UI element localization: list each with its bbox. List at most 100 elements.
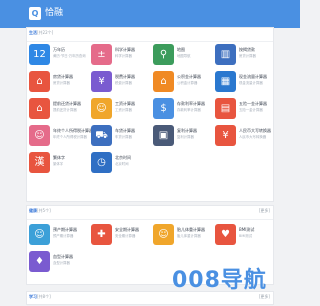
section-life: 生活 [共22个] 12 万年历 黄历·节日·万年历查询 ± 科学计算器 科学计算器 ⚲ 地图… (26, 27, 274, 202)
tool-item[interactable]: $ 存款利率计算器 存款利率计算器 (153, 98, 213, 122)
compound-icon[interactable]: ▣ (153, 125, 174, 146)
icon-glyph: ♥ (221, 229, 230, 240)
baby-icon[interactable]: ☺ (29, 224, 50, 245)
tool-item[interactable]: 12 万年历 黄历·节日·万年历查询 (29, 44, 89, 68)
section-header: 健康 [共5个] [更多] (27, 206, 273, 220)
tool-desc: 安全期计算器 (115, 234, 136, 238)
calendar-icon[interactable]: 12 (29, 44, 50, 65)
icon-glyph: ✚ (97, 229, 106, 240)
icon-glyph: ☺ (158, 229, 169, 240)
tool-desc: 公积金计算器 (177, 81, 198, 85)
icon-glyph: $ (160, 103, 167, 114)
tool-item[interactable]: ▣ 复利计算器 复利计算器 (153, 125, 213, 149)
tool-desc: 提前还贷计算器 (53, 108, 77, 112)
traditional-char-icon[interactable]: 漢 (29, 152, 50, 173)
icon-glyph: 漢 (34, 157, 45, 168)
more-link[interactable]: [更多] (259, 294, 270, 300)
icon-glyph: 12 (33, 49, 46, 60)
section-count: [共5个] (37, 208, 51, 213)
tool-item[interactable]: ▤ 五险一金计算器 五险一金计算器 (215, 98, 275, 122)
tool-item[interactable]: ☺ 年终个人所得税计算器 年终个人所得税计算器 (29, 125, 93, 149)
tool-item[interactable]: ⌂ 提前还贷计算器 提前还贷计算器 (29, 98, 89, 122)
tool-item[interactable]: ✚ 安全期计算器 安全期计算器 (91, 224, 151, 248)
tool-desc: 黄历·节日·万年历查询 (53, 54, 86, 58)
user-tax-icon[interactable]: ☺ (29, 125, 50, 146)
icon-glyph: ▣ (158, 130, 169, 141)
top-bar: Q 恰融 (0, 0, 300, 28)
icon-glyph: ◷ (97, 157, 106, 168)
dollar-icon[interactable]: $ (153, 98, 174, 119)
tool-desc: 科学计算器 (115, 54, 132, 58)
icon-glyph: ¥ (98, 76, 105, 87)
tool-desc: 房贷计算器 (53, 81, 70, 85)
icon-glyph: ⌂ (36, 103, 43, 114)
icon-glyph: ▦ (220, 76, 231, 87)
icon-glyph: ⌂ (36, 76, 43, 87)
house-icon[interactable]: ⌂ (29, 71, 50, 92)
section-header: 学习 [共8个] [更多] (27, 292, 273, 306)
tool-item[interactable]: ⌂ 房贷计算器 房贷计算器 (29, 71, 89, 95)
tool-item[interactable]: ♦ 血型计算器 血型计算器 (29, 251, 89, 275)
tool-item[interactable]: ☺ 工资计算器 工资计算器 (91, 98, 151, 122)
map-icon[interactable]: ⚲ (153, 44, 174, 65)
tool-item[interactable]: ⌂ 公积金计算器 公积金计算器 (153, 71, 213, 95)
clock-icon[interactable]: ◷ (91, 152, 112, 173)
calculator-icon[interactable]: ± (91, 44, 112, 65)
repay-icon[interactable]: ⌂ (29, 98, 50, 119)
tax-icon[interactable]: ¥ (91, 71, 112, 92)
icon-glyph: ¥ (222, 130, 229, 141)
icon-glyph: ▥ (220, 49, 231, 60)
yuan-icon[interactable]: ¥ (215, 125, 236, 146)
tool-item[interactable]: ⚲ 地图 地图导航 (153, 44, 213, 68)
icon-glyph: ▤ (220, 103, 231, 114)
bank-icon[interactable]: ⌂ (153, 71, 174, 92)
icon-glyph: ⛟ (95, 130, 108, 141)
tool-item[interactable]: ☺ 预产期计算器 预产期计算器 (29, 224, 89, 248)
tool-item[interactable]: ⛟ 车贷计算器 车贷计算器 (91, 125, 151, 149)
tool-item[interactable]: ◷ 北京时间 北京时间 (91, 152, 151, 176)
tool-item[interactable]: ¥ 税费计算器 税费计算器 (91, 71, 151, 95)
tool-item[interactable]: ± 科学计算器 科学计算器 (91, 44, 151, 68)
section-title: 生活 (29, 30, 37, 35)
icon-glyph: ⌂ (160, 76, 167, 87)
building-icon[interactable]: ▥ (215, 44, 236, 65)
more-link[interactable]: [更多] (259, 208, 270, 214)
section-count: [共8个] (37, 294, 51, 299)
icon-glyph: ⚲ (159, 49, 168, 60)
fetus-icon[interactable]: ☺ (153, 224, 174, 245)
tool-item[interactable]: ¥ 人民币大写转换器 人民币大写转换器 (215, 125, 275, 149)
tool-desc: 税费计算器 (115, 81, 132, 85)
tool-desc: 地图导航 (177, 54, 191, 58)
tool-item[interactable]: ▦ 现金流量计算器 现金流量计算器 (215, 71, 275, 95)
tool-desc: 胎儿体重计算器 (177, 234, 201, 238)
tool-item[interactable]: ▥ 按揭贷款 房贷计算器 (215, 44, 275, 68)
worker-icon[interactable]: ☺ (91, 98, 112, 119)
tool-desc: 工资计算器 (115, 108, 132, 112)
safety-icon[interactable]: ✚ (91, 224, 112, 245)
tool-desc: 血型计算器 (53, 261, 70, 265)
insurance-icon[interactable]: ▤ (215, 98, 236, 119)
tool-item[interactable]: ♥ BMI测试 BMI测试 (215, 224, 275, 248)
icon-glyph: ☺ (34, 229, 45, 240)
blood-icon[interactable]: ♦ (29, 251, 50, 272)
app-title[interactable]: 恰融 (45, 7, 63, 20)
bmi-icon[interactable]: ♥ (215, 224, 236, 245)
app-logo[interactable]: Q (29, 7, 41, 20)
tool-item[interactable]: 漢繁体字 繁体字 (29, 152, 89, 176)
tool-desc: 复利计算器 (177, 135, 194, 139)
icon-glyph: ♦ (35, 256, 44, 267)
icon-glyph: ☺ (34, 130, 45, 141)
tool-item[interactable]: ☺ 胎儿体重计算器 胎儿体重计算器 (153, 224, 213, 248)
tool-desc: 北京时间 (115, 162, 129, 166)
section-count: [共22个] (37, 30, 54, 35)
tool-desc: 人民币大写转换器 (239, 135, 267, 139)
section-title: 学习 (29, 294, 37, 299)
section-title: 健康 (29, 208, 37, 213)
tool-desc: 五险一金计算器 (239, 108, 263, 112)
tool-desc: 车贷计算器 (115, 135, 132, 139)
icon-glyph: ± (97, 49, 106, 60)
cashflow-icon[interactable]: ▦ (215, 71, 236, 92)
icon-glyph: ☺ (96, 103, 107, 114)
logo-icon: Q (31, 9, 39, 18)
car-icon[interactable]: ⛟ (91, 125, 112, 146)
